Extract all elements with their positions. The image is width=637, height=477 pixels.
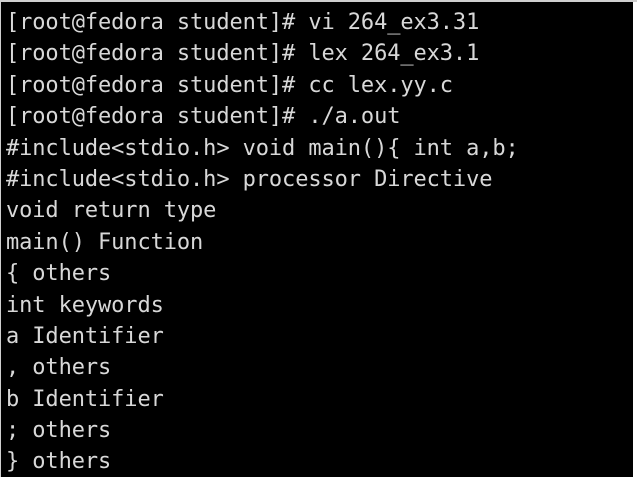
terminal-line: #include<stdio.h> void main(){ int a,b; bbox=[6, 135, 519, 161]
terminal-window[interactable]: [root@fedora student]# vi 264_ex3.31 [ro… bbox=[0, 0, 637, 477]
terminal-line: [root@fedora student]# cc lex.yy.c bbox=[6, 72, 453, 98]
terminal-line: main() Function bbox=[6, 229, 204, 255]
terminal-line: a Identifier bbox=[6, 323, 164, 349]
terminal-line: ; others bbox=[6, 418, 112, 444]
window-edge bbox=[633, 2, 637, 477]
terminal-line: void return type bbox=[6, 198, 217, 224]
terminal-line: [root@fedora student]# lex 264_ex3.1 bbox=[6, 41, 480, 67]
terminal-line: b Identifier bbox=[6, 386, 164, 412]
terminal-line: [root@fedora student]# ./a.out bbox=[6, 104, 401, 130]
terminal-line: { others bbox=[6, 261, 112, 287]
terminal-line: [root@fedora student]# vi 264_ex3.31 bbox=[6, 10, 480, 35]
terminal-line: , others bbox=[6, 355, 112, 381]
terminal-line: } others bbox=[6, 449, 112, 475]
terminal-line: int keywords bbox=[6, 292, 164, 318]
terminal-line: #include<stdio.h> processor Directive bbox=[6, 166, 493, 192]
